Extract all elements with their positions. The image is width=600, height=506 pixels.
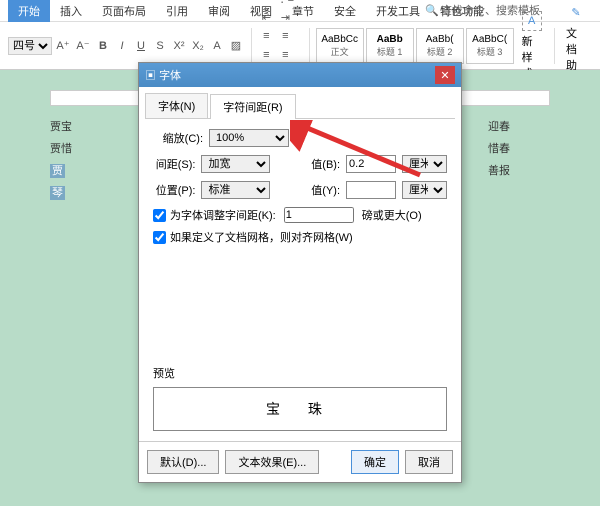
spacing-label: 间距(S): bbox=[153, 156, 195, 172]
font-size-group: 四号 A⁺ A⁻ bbox=[8, 37, 92, 55]
dialog-icon: ▣ bbox=[145, 70, 156, 82]
style-h2[interactable]: AaBb(标题 2 bbox=[416, 28, 464, 64]
default-button[interactable]: 默认(D)... bbox=[147, 450, 219, 474]
font-style-group: B I U S X² X₂ A ▨ bbox=[94, 37, 245, 55]
align-left-icon[interactable]: ≡ bbox=[257, 27, 275, 45]
style-gallery: AaBbCc正文 AaBb标题 1 AaBb(标题 2 AaBbC(标题 3 bbox=[316, 28, 514, 64]
strike-icon[interactable]: S bbox=[151, 37, 169, 55]
tab-reference[interactable]: 引用 bbox=[156, 0, 198, 22]
spacing-select[interactable]: 加宽 bbox=[201, 155, 270, 173]
style-normal[interactable]: AaBbCc正文 bbox=[316, 28, 364, 64]
close-button[interactable]: ✕ bbox=[435, 66, 455, 84]
tab-start[interactable]: 开始 bbox=[8, 0, 50, 22]
dialog-footer: 默认(D)... 文本效果(E)... 确定 取消 bbox=[139, 441, 461, 482]
text-fragment: 贾宝 bbox=[50, 121, 72, 133]
scale-label: 缩放(C): bbox=[153, 130, 203, 146]
selected-text: 琴 bbox=[50, 186, 65, 200]
unit-b-select[interactable]: 厘米 bbox=[402, 155, 447, 173]
tab-insert[interactable]: 插入 bbox=[50, 0, 92, 22]
tab-dev[interactable]: 开发工具 bbox=[366, 0, 430, 22]
tab-spacing[interactable]: 字符间距(R) bbox=[210, 94, 295, 119]
dialog-title: 字体 bbox=[159, 70, 181, 82]
dialog-titlebar[interactable]: ▣ 字体 ✕ bbox=[139, 63, 461, 87]
text-fragment: 迎春 bbox=[488, 116, 510, 138]
tab-font[interactable]: 字体(N) bbox=[145, 93, 208, 118]
text-fragment: 善报 bbox=[488, 160, 510, 182]
kerning-label: 为字体调整字间距(K): bbox=[170, 207, 276, 223]
indent-inc-icon[interactable]: ⇥ bbox=[276, 8, 294, 26]
list-bullet-icon[interactable]: ≡ bbox=[257, 0, 275, 7]
highlight-icon[interactable]: ▨ bbox=[227, 37, 245, 55]
value-b-label: 值(B): bbox=[308, 156, 340, 172]
indent-dec-icon[interactable]: ⇤ bbox=[257, 8, 275, 26]
value-y-label: 值(Y): bbox=[308, 182, 340, 198]
value-b-input[interactable] bbox=[346, 155, 396, 173]
increase-font-icon[interactable]: A⁺ bbox=[54, 37, 72, 55]
ok-button[interactable]: 确定 bbox=[351, 450, 399, 474]
tab-security[interactable]: 安全 bbox=[324, 0, 366, 22]
text-effect-button[interactable]: 文本效果(E)... bbox=[225, 450, 319, 474]
dialog-body: 缩放(C): 100% 间距(S): 加宽 值(B): 厘米 位置(P): 标准… bbox=[139, 119, 461, 441]
font-dialog: ▣ 字体 ✕ 字体(N) 字符间距(R) 缩放(C): 100% 间距(S): … bbox=[138, 62, 462, 483]
kerning-checkbox[interactable] bbox=[153, 209, 166, 222]
selected-text: 贾 bbox=[50, 164, 65, 178]
text-fragment: 贾惜 bbox=[50, 143, 72, 155]
text-fragment: 惜春 bbox=[488, 138, 510, 160]
preview-label: 预览 bbox=[153, 365, 447, 381]
kerning-unit: 磅或更大(O) bbox=[362, 207, 422, 223]
sub-icon[interactable]: X₂ bbox=[189, 37, 207, 55]
unit-y-select[interactable]: 厘米 bbox=[402, 181, 447, 199]
doc-helper-icon: ✎ bbox=[566, 3, 586, 23]
style-h3[interactable]: AaBbC(标题 3 bbox=[466, 28, 514, 64]
italic-icon[interactable]: I bbox=[113, 37, 131, 55]
color-icon[interactable]: A bbox=[208, 37, 226, 55]
search-box[interactable]: 🔍 查找命令、搜索模板 bbox=[425, 2, 540, 18]
snap-label: 如果定义了文档网格，则对齐网格(W) bbox=[170, 229, 353, 245]
kerning-input[interactable] bbox=[284, 207, 354, 223]
tab-review[interactable]: 审阅 bbox=[198, 0, 240, 22]
scale-select[interactable]: 100% bbox=[209, 129, 289, 147]
search-icon: 🔍 bbox=[425, 4, 439, 17]
dialog-tabs: 字体(N) 字符间距(R) bbox=[145, 93, 455, 119]
value-y-input[interactable] bbox=[346, 181, 396, 199]
cancel-button[interactable]: 取消 bbox=[405, 450, 453, 474]
font-size-select[interactable]: 四号 bbox=[8, 37, 52, 55]
style-h1[interactable]: AaBb标题 1 bbox=[366, 28, 414, 64]
position-label: 位置(P): bbox=[153, 182, 195, 198]
underline-icon[interactable]: U bbox=[132, 37, 150, 55]
bold-icon[interactable]: B bbox=[94, 37, 112, 55]
align-center-icon[interactable]: ≡ bbox=[276, 27, 294, 45]
search-placeholder: 查找命令、搜索模板 bbox=[441, 2, 540, 18]
decrease-font-icon[interactable]: A⁻ bbox=[74, 37, 92, 55]
position-select[interactable]: 标准 bbox=[201, 181, 270, 199]
super-icon[interactable]: X² bbox=[170, 37, 188, 55]
tab-layout[interactable]: 页面布局 bbox=[92, 0, 156, 22]
preview-box: 宝 珠 bbox=[153, 387, 447, 431]
list-number-icon[interactable]: ⋮≡ bbox=[276, 0, 294, 7]
snap-checkbox[interactable] bbox=[153, 231, 166, 244]
